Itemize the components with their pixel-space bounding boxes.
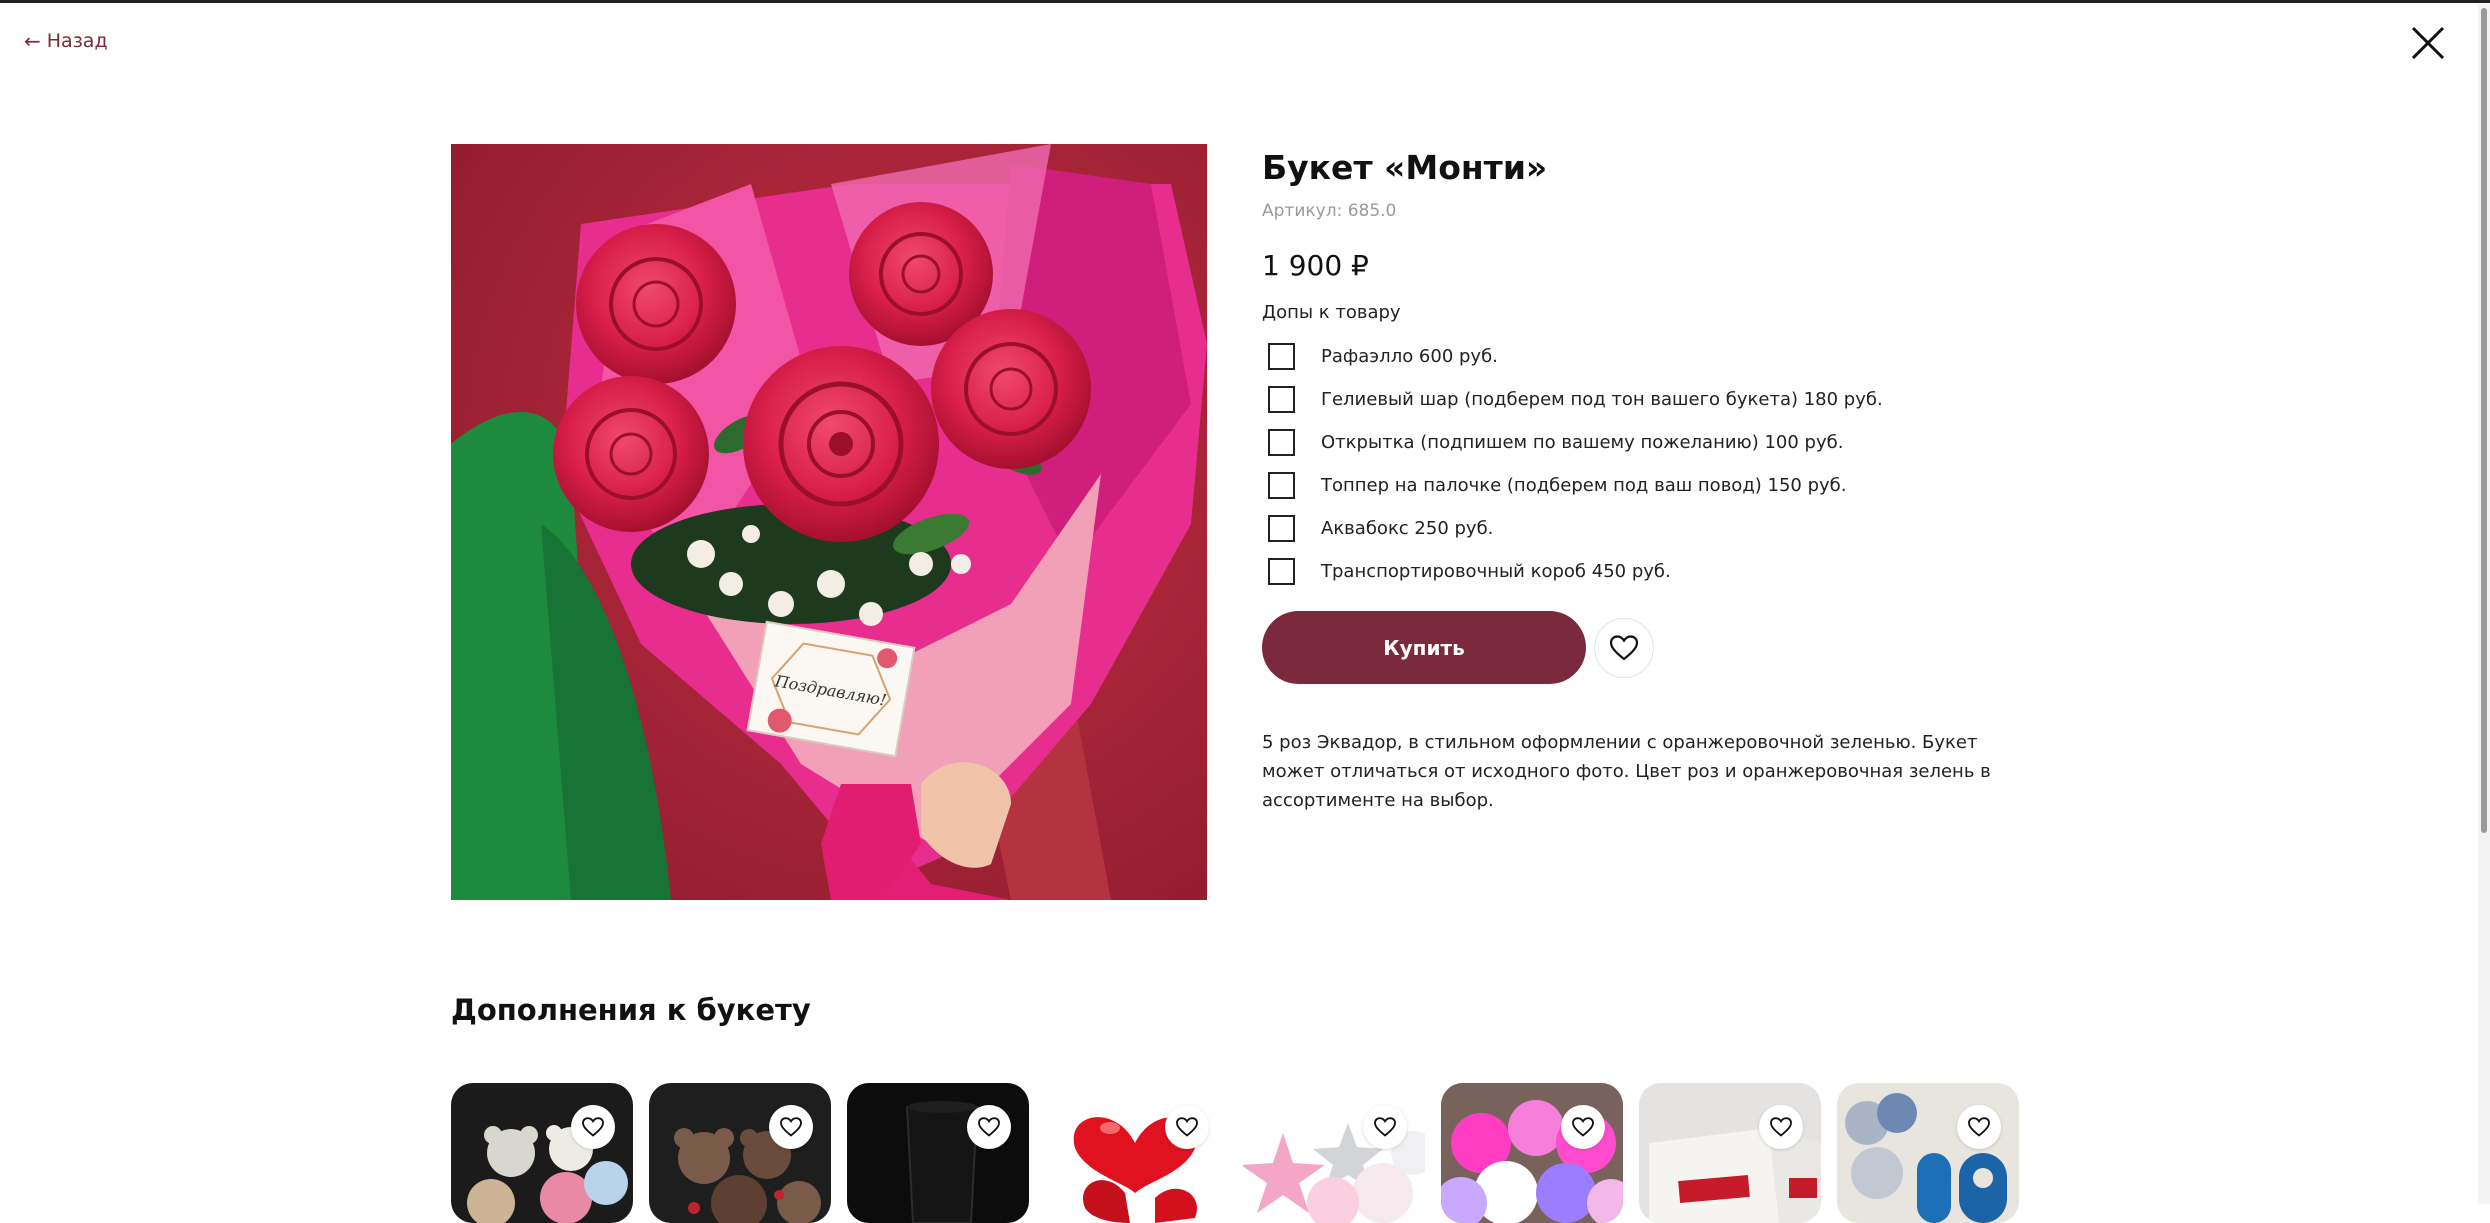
- heart-icon: [1374, 1117, 1396, 1137]
- card-favorite-button[interactable]: [1165, 1105, 1209, 1149]
- scrollbar-thumb[interactable]: [2481, 8, 2487, 833]
- addon-label: Рафаэлло 600 руб.: [1321, 346, 1498, 367]
- addon-option[interactable]: Топпер на палочке (подберем под ваш пово…: [1262, 464, 2062, 507]
- addon-option[interactable]: Рафаэлло 600 руб.: [1262, 335, 2062, 378]
- extra-card-teddy-bears[interactable]: [451, 1083, 633, 1223]
- extra-card-heart-balloons[interactable]: [1045, 1083, 1227, 1223]
- product-actions: Купить: [1262, 611, 2062, 684]
- extras-carousel: [451, 1083, 2019, 1223]
- product-info: Букет «Монти» Артикул: 685.0 1 900 ₽ Доп…: [1262, 144, 2062, 815]
- product-sku: Артикул: 685.0: [1262, 201, 1397, 221]
- favorite-button[interactable]: [1594, 617, 1654, 678]
- heart-icon: [978, 1117, 1000, 1137]
- heart-icon: [780, 1117, 802, 1137]
- heart-icon: [1572, 1117, 1594, 1137]
- addon-label: Открытка (подпишем по вашему пожеланию) …: [1321, 432, 1844, 453]
- extra-card-raffaello[interactable]: [1639, 1083, 1821, 1223]
- addon-checkbox[interactable]: [1268, 343, 1295, 370]
- addon-label: Аквабокс 250 руб.: [1321, 518, 1494, 539]
- product-image: Поздравляю!: [451, 144, 1207, 900]
- addon-option[interactable]: Аквабокс 250 руб.: [1262, 507, 2062, 550]
- pink-star-balloons-image: [1243, 1083, 1425, 1223]
- heart-icon: [1968, 1117, 1990, 1137]
- card-favorite-button[interactable]: [967, 1105, 1011, 1149]
- extra-card-brown-bears[interactable]: [649, 1083, 831, 1223]
- teddy-bears-image: [451, 1083, 633, 1223]
- raffaello-box-image: [1639, 1083, 1821, 1223]
- extra-card-balloon-bunch[interactable]: [1441, 1083, 1623, 1223]
- close-button[interactable]: [2407, 22, 2449, 64]
- buy-button[interactable]: Купить: [1262, 611, 1586, 684]
- extra-card-star-balloons[interactable]: [1243, 1083, 1425, 1223]
- extra-card-vase[interactable]: [847, 1083, 1029, 1223]
- addon-label: Топпер на палочке (подберем под ваш пово…: [1321, 475, 1847, 496]
- extra-card-number-balloons[interactable]: [1837, 1083, 2019, 1223]
- card-favorite-button[interactable]: [1561, 1105, 1605, 1149]
- addon-label: Транспортировочный короб 450 руб.: [1321, 561, 1671, 582]
- arrow-left-icon: ←: [24, 29, 41, 53]
- card-favorite-button[interactable]: [1957, 1105, 2001, 1149]
- card-favorite-button[interactable]: [769, 1105, 813, 1149]
- back-link-label: Назад: [46, 30, 108, 52]
- addon-checkbox[interactable]: [1268, 472, 1295, 499]
- addon-checkbox[interactable]: [1268, 558, 1295, 585]
- addon-label: Гелиевый шар (подберем под тон вашего бу…: [1321, 389, 1883, 410]
- addon-list: Рафаэлло 600 руб. Гелиевый шар (подберем…: [1262, 335, 2062, 593]
- balloon-bunch-image: [1441, 1083, 1623, 1223]
- product-price: 1 900 ₽: [1262, 249, 1369, 282]
- product-description: 5 роз Эквадор, в стильном оформлении с о…: [1262, 732, 1991, 811]
- addon-option[interactable]: Открытка (подпишем по вашему пожеланию) …: [1262, 421, 2062, 464]
- heart-icon: [582, 1117, 604, 1137]
- heart-icon: [1770, 1117, 1792, 1137]
- extras-section-title: Дополнения к букету: [451, 993, 811, 1027]
- product-title: Букет «Монти»: [1262, 148, 1548, 187]
- number-balloons-image: [1837, 1083, 2019, 1223]
- addon-checkbox[interactable]: [1268, 515, 1295, 542]
- addon-option[interactable]: Гелиевый шар (подберем под тон вашего бу…: [1262, 378, 2062, 421]
- addon-option[interactable]: Транспортировочный короб 450 руб.: [1262, 550, 2062, 593]
- black-vase-image: [847, 1083, 1029, 1223]
- heart-icon: [1610, 634, 1638, 660]
- close-icon: [2411, 26, 2445, 60]
- card-favorite-button[interactable]: [1363, 1105, 1407, 1149]
- card-favorite-button[interactable]: [1759, 1105, 1803, 1149]
- heart-icon: [1176, 1117, 1198, 1137]
- back-link[interactable]: ← Назад: [24, 30, 108, 52]
- window-top-border: [0, 0, 2490, 3]
- card-favorite-button[interactable]: [571, 1105, 615, 1149]
- addon-checkbox[interactable]: [1268, 386, 1295, 413]
- red-heart-balloons-image: [1045, 1083, 1227, 1223]
- addons-title: Допы к товару: [1262, 302, 1401, 323]
- addon-checkbox[interactable]: [1268, 429, 1295, 456]
- brown-bears-image: [649, 1083, 831, 1223]
